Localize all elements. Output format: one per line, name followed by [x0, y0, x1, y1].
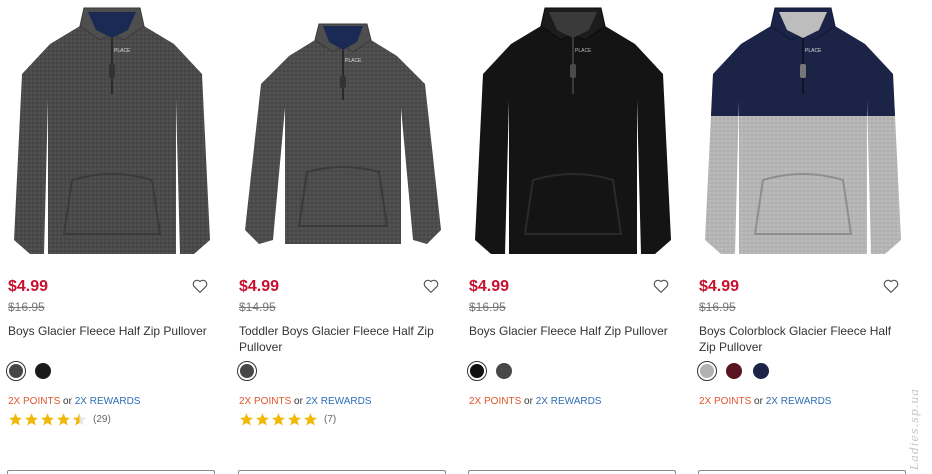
star-icon: [271, 413, 286, 426]
or-label: or: [524, 396, 533, 407]
product-name[interactable]: Boys Glacier Fleece Half Zip Pullover: [8, 323, 208, 339]
star-icon: [255, 413, 270, 426]
sale-price: $4.99: [239, 278, 280, 295]
rewards-label: 2X REWARDS: [74, 396, 141, 407]
svg-text:PLACE: PLACE: [575, 48, 592, 54]
add-to-bag-button[interactable]: [238, 470, 446, 474]
product-name[interactable]: Boys Glacier Fleece Half Zip Pullover: [469, 323, 669, 339]
star-icon: [56, 413, 71, 426]
star-rating[interactable]: (7): [239, 412, 336, 427]
star-icon: [8, 413, 23, 426]
sale-price: $4.99: [8, 278, 49, 295]
star-icon: [303, 413, 318, 426]
color-swatch[interactable]: [467, 361, 487, 381]
original-price: $14.95: [239, 300, 276, 314]
points-label: 2X POINTS: [469, 396, 522, 407]
product-card: PLACE $4.99 $16.95 Boys Glacier Fleece H…: [6, 0, 222, 474]
color-swatches: [467, 361, 512, 381]
watermark: Ladies.sp.ua: [908, 388, 921, 470]
product-card: PLACE $4.99 $16.95 Boys Colorblock Glaci…: [697, 0, 913, 474]
product-image[interactable]: PLACE: [698, 2, 908, 264]
rewards-label: 2X REWARDS: [535, 396, 602, 407]
heart-icon[interactable]: [652, 277, 670, 295]
review-count[interactable]: (7): [324, 414, 336, 425]
add-to-bag-button[interactable]: [7, 470, 215, 474]
star-icon: [239, 413, 254, 426]
sale-price: $4.99: [699, 278, 740, 295]
star-icon: [287, 413, 302, 426]
rewards-offer: 2X POINTS or 2X REWARDS: [469, 396, 601, 407]
star-rating[interactable]: (29): [8, 412, 111, 427]
original-price: $16.95: [699, 300, 736, 314]
product-image[interactable]: PLACE: [468, 2, 678, 264]
points-label: 2X POINTS: [8, 396, 61, 407]
color-swatch[interactable]: [496, 363, 512, 379]
product-image[interactable]: PLACE: [238, 2, 448, 264]
or-label: or: [294, 396, 303, 407]
rewards-offer: 2X POINTS or 2X REWARDS: [239, 396, 371, 407]
rewards-label: 2X REWARDS: [765, 396, 832, 407]
color-swatch[interactable]: [753, 363, 769, 379]
star-icon: [40, 413, 55, 426]
points-label: 2X POINTS: [239, 396, 292, 407]
product-name[interactable]: Toddler Boys Glacier Fleece Half Zip Pul…: [239, 323, 439, 355]
or-label: or: [63, 396, 72, 407]
half-star-icon: [72, 413, 87, 426]
heart-icon[interactable]: [882, 277, 900, 295]
product-grid: PLACE $4.99 $16.95 Boys Glacier Fleece H…: [0, 0, 932, 474]
review-count[interactable]: (29): [93, 414, 111, 425]
heart-icon[interactable]: [191, 277, 209, 295]
product-name[interactable]: Boys Colorblock Glacier Fleece Half Zip …: [699, 323, 899, 355]
original-price: $16.95: [8, 300, 45, 314]
color-swatch[interactable]: [6, 361, 26, 381]
product-image[interactable]: PLACE: [7, 2, 217, 264]
star-icon: [24, 413, 39, 426]
sale-price: $4.99: [469, 278, 510, 295]
svg-text:PLACE: PLACE: [345, 58, 362, 64]
color-swatch[interactable]: [35, 363, 51, 379]
color-swatches: [237, 361, 257, 381]
color-swatches: [697, 361, 769, 381]
or-label: or: [754, 396, 763, 407]
color-swatch[interactable]: [237, 361, 257, 381]
add-to-bag-button[interactable]: [698, 470, 906, 474]
add-to-bag-button[interactable]: [468, 470, 676, 474]
product-card: PLACE $4.99 $14.95 Toddler Boys Glacier …: [237, 0, 453, 474]
points-label: 2X POINTS: [699, 396, 752, 407]
product-card: PLACE $4.99 $16.95 Boys Glacier Fleece H…: [467, 0, 683, 474]
svg-text:PLACE: PLACE: [114, 48, 131, 54]
rewards-label: 2X REWARDS: [305, 396, 372, 407]
rewards-offer: 2X POINTS or 2X REWARDS: [8, 396, 140, 407]
color-swatch[interactable]: [726, 363, 742, 379]
color-swatches: [6, 361, 51, 381]
rewards-offer: 2X POINTS or 2X REWARDS: [699, 396, 831, 407]
color-swatch[interactable]: [697, 361, 717, 381]
heart-icon[interactable]: [422, 277, 440, 295]
original-price: $16.95: [469, 300, 506, 314]
svg-text:PLACE: PLACE: [805, 48, 822, 54]
